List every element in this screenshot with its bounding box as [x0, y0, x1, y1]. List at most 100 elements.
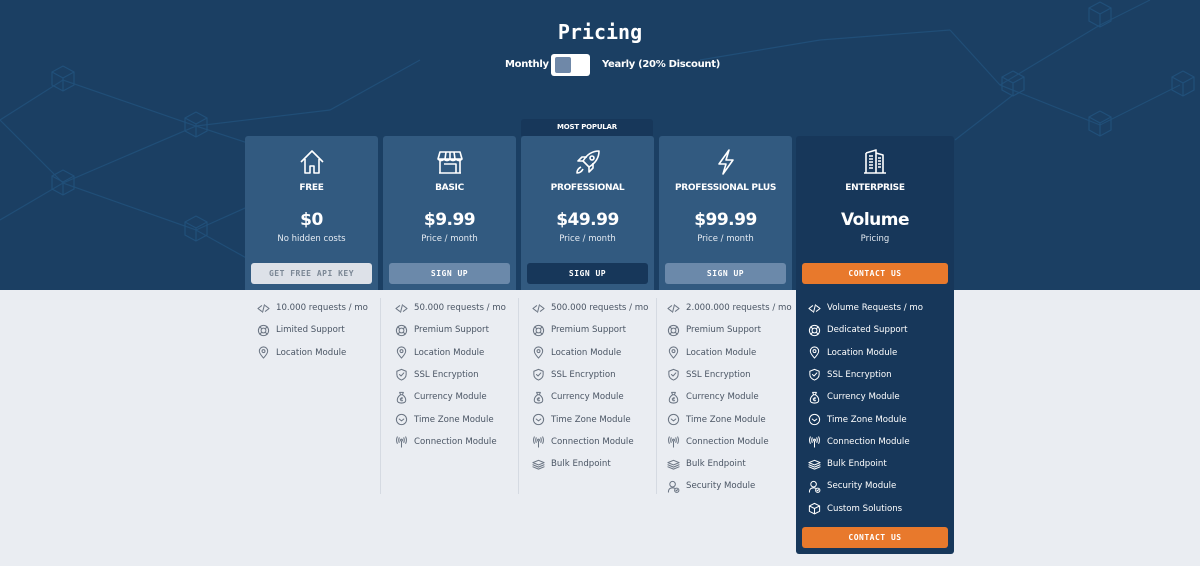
- feature-label: Bulk Endpoint: [686, 459, 746, 470]
- column-divider: [656, 298, 657, 494]
- feature-label: Location Module: [414, 347, 485, 358]
- plan-name: ENTERPRISE: [845, 183, 905, 193]
- code-icon: [531, 301, 545, 315]
- cube-icon: [807, 502, 821, 516]
- feature-item: Security Module: [666, 478, 755, 494]
- monthly-label[interactable]: Monthly: [505, 59, 549, 70]
- money-bag-icon: [531, 390, 545, 404]
- feature-label: Bulk Endpoint: [551, 459, 611, 470]
- lifebuoy-icon: [394, 323, 408, 337]
- antenna-icon: [666, 435, 680, 449]
- feature-label: Currency Module: [551, 392, 624, 403]
- feature-label: Connection Module: [827, 436, 910, 447]
- plan-price: $0: [300, 210, 323, 230]
- sign-up-button-professional-plus[interactable]: SIGN UP: [665, 263, 786, 284]
- sign-up-button-professional[interactable]: SIGN UP: [527, 263, 648, 284]
- feature-label: Premium Support: [686, 325, 761, 336]
- page-title: Pricing: [557, 20, 643, 44]
- feature-item: Location Module: [394, 345, 484, 361]
- antenna-icon: [394, 435, 408, 449]
- feature-label: Currency Module: [414, 392, 487, 403]
- plan-name: BASIC: [435, 183, 464, 193]
- switch-knob: [555, 57, 571, 73]
- feature-item: SSL Encryption: [666, 367, 751, 383]
- feature-item: Premium Support: [531, 322, 626, 338]
- feature-item: Dedicated Support: [807, 322, 908, 338]
- money-bag-icon: [807, 390, 821, 404]
- feature-label: Limited Support: [276, 325, 345, 336]
- lifebuoy-icon: [531, 323, 545, 337]
- feature-label: Dedicated Support: [827, 325, 908, 336]
- sign-up-button-basic[interactable]: SIGN UP: [389, 263, 510, 284]
- feature-label: Currency Module: [686, 392, 759, 403]
- clock-icon: [807, 413, 821, 427]
- code-icon: [807, 301, 821, 315]
- feature-label: SSL Encryption: [686, 369, 751, 380]
- feature-item: Custom Solutions: [807, 501, 902, 517]
- money-bag-icon: [666, 390, 680, 404]
- feature-item: Connection Module: [394, 434, 497, 450]
- lightning-icon: [717, 149, 734, 175]
- rocket-icon: [575, 150, 600, 174]
- feature-item: Location Module: [256, 345, 346, 361]
- building-icon: [864, 149, 886, 174]
- feature-item: Security Module: [807, 478, 896, 494]
- feature-item: 10.000 requests / mo: [256, 300, 368, 316]
- feature-label: Premium Support: [551, 325, 626, 336]
- antenna-icon: [807, 435, 821, 449]
- feature-label: Connection Module: [686, 436, 769, 447]
- contact-us-button[interactable]: CONTACT US: [802, 263, 948, 284]
- plan-price-subtitle: Price / month: [559, 234, 616, 244]
- feature-label: 500.000 requests / mo: [551, 303, 649, 313]
- feature-item: Connection Module: [531, 434, 634, 450]
- feature-label: Volume Requests / mo: [827, 303, 924, 313]
- feature-item: SSL Encryption: [531, 367, 616, 383]
- code-icon: [394, 301, 408, 315]
- feature-item: Bulk Endpoint: [666, 456, 746, 472]
- feature-item: Time Zone Module: [394, 412, 494, 428]
- feature-label: Premium Support: [414, 325, 489, 336]
- feature-item: Connection Module: [807, 434, 910, 450]
- feature-label: Time Zone Module: [827, 414, 907, 425]
- feature-label: Location Module: [551, 347, 622, 358]
- feature-label: Security Module: [827, 481, 897, 492]
- feature-label: Bulk Endpoint: [827, 459, 887, 470]
- house-icon: [299, 150, 324, 174]
- plan-name: FREE: [299, 183, 324, 193]
- yearly-label[interactable]: Yearly (20% Discount): [602, 59, 720, 70]
- get-free-api-key-button[interactable]: GET FREE API KEY: [251, 263, 372, 284]
- feature-label: Security Module: [686, 481, 756, 492]
- plan-price: $49.99: [556, 210, 619, 230]
- feature-item: Location Module: [666, 345, 756, 361]
- feature-item: SSL Encryption: [807, 367, 892, 383]
- feature-label: SSL Encryption: [551, 369, 616, 380]
- feature-item: Location Module: [531, 345, 621, 361]
- feature-label: 10.000 requests / mo: [276, 303, 368, 313]
- feature-item: Currency Module: [394, 389, 487, 405]
- shield-check-icon: [394, 368, 408, 382]
- feature-label: Location Module: [686, 347, 757, 358]
- billing-period-switch[interactable]: [551, 54, 590, 76]
- feature-label: Time Zone Module: [414, 414, 494, 425]
- feature-label: Connection Module: [551, 436, 634, 447]
- money-bag-icon: [394, 390, 408, 404]
- feature-item: Premium Support: [394, 322, 489, 338]
- feature-item: SSL Encryption: [394, 367, 479, 383]
- clock-icon: [531, 413, 545, 427]
- lifebuoy-icon: [666, 323, 680, 337]
- feature-label: Custom Solutions: [827, 503, 903, 514]
- feature-item: Connection Module: [666, 434, 769, 450]
- plan-card-basic: BASIC $9.99 Price / month SIGN UP: [383, 136, 516, 290]
- layers-icon: [807, 457, 821, 471]
- plan-price: $99.99: [694, 210, 757, 230]
- contact-us-button-bottom[interactable]: CONTACT US: [802, 527, 948, 548]
- code-icon: [666, 301, 680, 315]
- feature-item: Bulk Endpoint: [807, 456, 887, 472]
- map-pin-icon: [394, 346, 408, 360]
- plan-price-subtitle: Price / month: [697, 234, 754, 244]
- lifebuoy-icon: [256, 323, 270, 337]
- feature-label: 2.000.000 requests / mo: [686, 303, 792, 313]
- feature-item: Time Zone Module: [807, 412, 907, 428]
- map-pin-icon: [256, 346, 270, 360]
- feature-label: SSL Encryption: [827, 369, 892, 380]
